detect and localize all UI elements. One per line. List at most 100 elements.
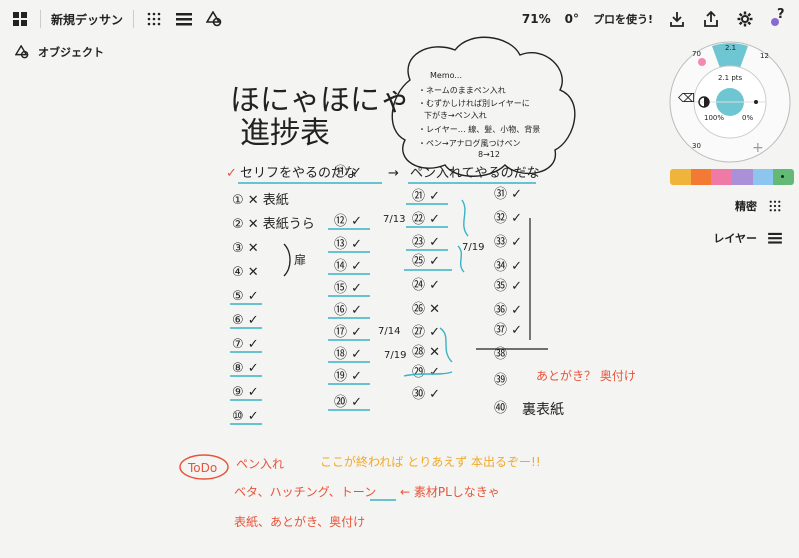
gallery-icon[interactable] bbox=[10, 9, 30, 29]
page-row: ⑭ ✓ bbox=[334, 259, 362, 274]
grid-dots-icon bbox=[765, 196, 785, 216]
memo-line: Memo... bbox=[430, 71, 462, 80]
page-row: ③ ✕ bbox=[232, 241, 259, 256]
brush-mark: 30 bbox=[692, 142, 701, 150]
page-row: ㉜ ✓ bbox=[494, 211, 522, 226]
rotation-angle[interactable]: 0° bbox=[565, 12, 579, 26]
page-row: ⑧ ✓ bbox=[232, 361, 259, 376]
page-row: ④ ✕ bbox=[232, 265, 259, 280]
palette-swatch[interactable] bbox=[732, 169, 753, 185]
memo-line: ・ペン→アナログ風つけペン bbox=[418, 138, 521, 148]
zoom-level[interactable]: 71% bbox=[522, 12, 551, 26]
page-row: ㉝ ✓ bbox=[494, 235, 522, 250]
shapes-icon bbox=[12, 42, 32, 62]
todo-item: ペン入れ bbox=[236, 457, 284, 471]
layers-toggle[interactable]: レイヤー bbox=[713, 228, 785, 248]
layers-menu-icon[interactable] bbox=[174, 9, 194, 29]
toolbar-divider bbox=[40, 10, 41, 28]
selected-dot bbox=[781, 175, 785, 178]
smoothing-icon[interactable] bbox=[754, 100, 758, 104]
page-row: ⑩ ✓ bbox=[232, 409, 259, 424]
object-label: オブジェクト bbox=[38, 46, 104, 59]
date-mark: 7/13 bbox=[383, 214, 405, 225]
page-row: ㊳ bbox=[494, 347, 507, 362]
precision-toggle[interactable]: 精密 bbox=[735, 196, 785, 216]
note-title-1: ほにゃほにゃ bbox=[230, 83, 410, 118]
palette-swatch[interactable] bbox=[711, 169, 733, 185]
pink-marker-icon bbox=[698, 58, 706, 66]
tobira-label: 扉 bbox=[294, 253, 306, 267]
headline-b: ペン入れてやるのだな bbox=[410, 166, 540, 181]
page-row: ㉑ ✓ bbox=[412, 189, 440, 204]
add-brush-button[interactable]: + bbox=[752, 140, 764, 156]
document-title[interactable]: 新規デッサン bbox=[51, 11, 123, 28]
page-row: ⑫ ✓ bbox=[334, 214, 362, 229]
page-row: ㉓ ✓ bbox=[412, 235, 440, 250]
page-row: ㉕ ✓ bbox=[412, 254, 440, 269]
layers-label: レイヤー bbox=[713, 232, 757, 245]
page-row: ② ✕ 表紙うら bbox=[232, 217, 315, 232]
page-row: ⑪ ✓ bbox=[334, 165, 362, 180]
brush-size-top: 2.1 bbox=[725, 44, 736, 52]
brush-wheel[interactable]: 2.1 2.1 pts 100% 0% 70 12 30 + ⌫ bbox=[668, 40, 792, 164]
todo-comment: ← 素材PLしなきゃ bbox=[400, 485, 500, 499]
todo-item: 表紙、あとがき、奥付け bbox=[234, 514, 365, 529]
todo-comment: ここが終われば とりあえず 本出るぞー!! bbox=[320, 454, 541, 469]
palette-swatch[interactable] bbox=[752, 169, 774, 185]
column-4: ㉛ ✓ ㉜ ✓ ㉝ ✓ ㉞ ✓ ㉟ ✓ ㊱ ✓ ㊲ ✓ ㊳ ㊴ ㊵ bbox=[494, 187, 522, 416]
page-row: ⑦ ✓ bbox=[232, 337, 259, 352]
help-icon[interactable]: ? bbox=[769, 7, 789, 29]
headline-a: セリフをやるのだな bbox=[240, 166, 357, 181]
page-row: ㉚ ✓ bbox=[412, 387, 440, 402]
page-row: ㉒ ✓ bbox=[412, 212, 440, 227]
palette-swatch[interactable] bbox=[670, 169, 691, 185]
page-row: ⑥ ✓ bbox=[232, 313, 259, 328]
page-row: ⑰ ✓ bbox=[334, 325, 362, 340]
page-row: ㊴ bbox=[494, 373, 507, 388]
date-mark: 7/19 bbox=[462, 242, 484, 253]
page-row: ⑤ ✓ bbox=[232, 289, 259, 304]
page-row: ⑨ ✓ bbox=[232, 385, 259, 400]
column-3-underlines bbox=[403, 199, 469, 377]
shapes-icon[interactable] bbox=[204, 9, 224, 29]
memo-line: ・レイヤー… 線、髪、小物、背景 bbox=[418, 124, 540, 134]
gear-icon[interactable] bbox=[735, 9, 755, 29]
note-title-2: 進捗表 bbox=[240, 116, 330, 151]
page-row: ㊵ bbox=[494, 401, 507, 416]
share-icon[interactable] bbox=[701, 9, 721, 29]
eraser-icon[interactable]: ⌫ bbox=[677, 91, 695, 105]
page-row: ㊱ ✓ bbox=[494, 303, 522, 318]
column-2-underlines bbox=[328, 228, 370, 411]
memo-lines: Memo... ・ネームのままペン入れ ・むずかしければ別レイヤーに 下がき→ペ… bbox=[418, 71, 540, 159]
date-mark: 7/14 bbox=[378, 326, 400, 337]
todo-item: ベタ、ハッチング、トーン bbox=[234, 485, 376, 499]
toolbar-left: 新規デッサン bbox=[10, 9, 224, 29]
memo-line: ・むずかしければ別レイヤーに bbox=[418, 98, 530, 108]
color-palette bbox=[670, 169, 794, 185]
headline-arrow: → bbox=[388, 166, 399, 181]
page-row: ⑲ ✓ bbox=[334, 369, 362, 384]
page-row: ㉗ ✓ bbox=[412, 325, 440, 340]
page-row: ⑳ ✓ bbox=[334, 395, 362, 410]
precision-label: 精密 bbox=[735, 200, 757, 213]
page-row: ㉟ ✓ bbox=[494, 279, 522, 294]
page-row: ㉖ ✕ bbox=[412, 302, 440, 317]
pro-upgrade-button[interactable]: プロを使う! bbox=[593, 11, 653, 27]
smoothing-value: 0% bbox=[742, 114, 753, 122]
brush-mark: 70 bbox=[692, 50, 701, 58]
import-icon[interactable] bbox=[667, 9, 687, 29]
atogaki-note: あとがき？ 奥付け bbox=[536, 368, 636, 383]
column-3: ㉑ ✓ ㉒ ✓ ㉓ ✓ ㉕ ✓ ㉔ ✓ ㉖ ✕ ㉗ ✓ ㉘ ✕ ㉙ ✓ ㉚ ✓ bbox=[412, 189, 440, 402]
page-row: ① ✕ 表紙 bbox=[232, 193, 289, 208]
grid-dots-icon[interactable] bbox=[144, 9, 164, 29]
page-row: ⑯ ✓ bbox=[334, 303, 362, 318]
help-mark: ? bbox=[777, 7, 785, 22]
palette-swatch[interactable] bbox=[690, 169, 712, 185]
page-row: ⑮ ✓ bbox=[334, 281, 362, 296]
page-row: ㉔ ✓ bbox=[412, 278, 440, 293]
page-row: ㉙ ✓ bbox=[412, 365, 440, 380]
object-tool-row[interactable]: オブジェクト bbox=[12, 42, 104, 62]
page-row: ㊲ ✓ bbox=[494, 323, 522, 338]
column-1-underlines bbox=[230, 303, 262, 425]
palette-swatch-selected[interactable] bbox=[773, 169, 794, 185]
